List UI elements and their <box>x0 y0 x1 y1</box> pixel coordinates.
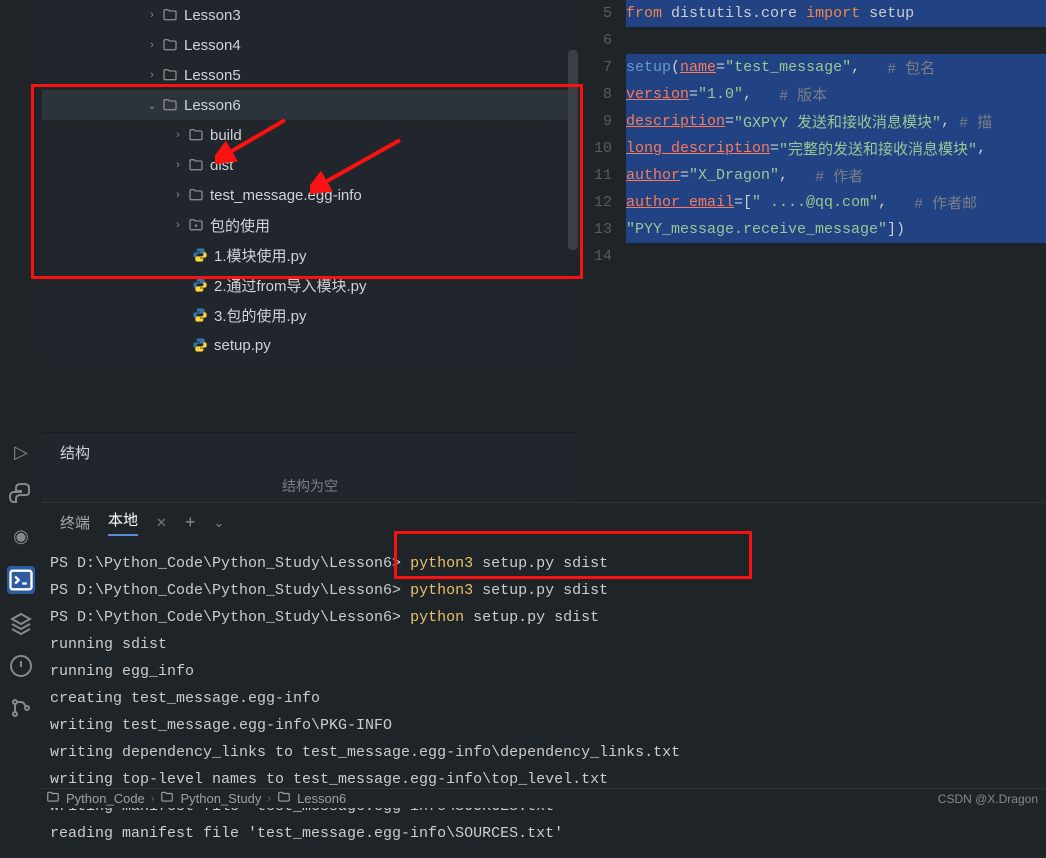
chevron-right-icon: › <box>170 129 186 141</box>
terminal-output[interactable]: PS D:\Python_Code\Python_Study\Lesson6> … <box>42 542 1046 858</box>
terminal-line: running egg_info <box>50 658 1038 685</box>
folder-icon <box>160 7 180 23</box>
tree-folder-egginfo[interactable]: › test_message.egg-info <box>42 180 578 210</box>
line-number: 6 <box>578 32 626 49</box>
line-number: 12 <box>578 194 626 211</box>
tree-folder-dist[interactable]: › dist <box>42 150 578 180</box>
tree-folder-lesson3[interactable]: › Lesson3 <box>42 0 578 30</box>
python-file-icon <box>190 277 210 293</box>
explorer-scrollbar[interactable] <box>568 0 578 290</box>
terminal-icon[interactable] <box>7 566 35 594</box>
folder-dot-icon <box>186 217 206 233</box>
folder-icon <box>160 790 174 807</box>
file-explorer: › Lesson3 › Lesson4 › Lesson5 ⌄ Lesson6 … <box>42 0 578 362</box>
activity-bar: ▷ ◉ <box>0 0 42 808</box>
structure-empty-text: 结构为空 <box>42 472 578 502</box>
line-number: 14 <box>578 248 626 265</box>
tree-label: test_message.egg-info <box>210 187 362 204</box>
folder-icon <box>277 790 291 807</box>
chevron-right-icon: › <box>144 39 160 51</box>
terminal-line: creating test_message.egg-info <box>50 685 1038 712</box>
folder-icon <box>160 37 180 53</box>
add-icon[interactable]: + <box>185 512 196 533</box>
tree-label: 2.通过from导入模块.py <box>214 275 367 296</box>
breadcrumb-item[interactable]: Python_Study <box>180 791 261 806</box>
git-icon[interactable] <box>9 696 33 720</box>
tree-label: 包的使用 <box>210 215 270 236</box>
structure-panel-header[interactable]: 结构 <box>42 432 578 472</box>
chevron-down-icon[interactable]: ⌄ <box>213 515 224 531</box>
terminal-cmd: python3 <box>410 555 473 572</box>
tree-label: Lesson6 <box>184 97 241 114</box>
folder-icon <box>160 67 180 83</box>
chevron-right-icon: › <box>144 9 160 21</box>
breadcrumb-item[interactable]: Python_Code <box>66 791 145 806</box>
tree-label: Lesson3 <box>184 7 241 24</box>
terminal-line: reading manifest file 'test_message.egg-… <box>50 820 1038 847</box>
tree-folder-lesson4[interactable]: › Lesson4 <box>42 30 578 60</box>
close-icon[interactable]: ✕ <box>156 515 167 531</box>
terminal-line: writing dependency_links to test_message… <box>50 739 1038 766</box>
terminal-cmd: python3 <box>410 582 473 599</box>
chevron-right-icon: › <box>170 219 186 231</box>
tree-file-setup[interactable]: setup.py <box>42 330 578 360</box>
tab-local[interactable]: 本地 <box>108 509 138 536</box>
tree-label: 1.模块使用.py <box>214 245 307 266</box>
tree-file-2[interactable]: 2.通过from导入模块.py <box>42 270 578 300</box>
tree-label: Lesson4 <box>184 37 241 54</box>
python-file-icon <box>190 307 210 323</box>
chevron-right-icon: › <box>170 189 186 201</box>
tree-file-3[interactable]: 3.包的使用.py <box>42 300 578 330</box>
tree-label: dist <box>210 157 233 174</box>
line-number: 5 <box>578 5 626 22</box>
line-number: 9 <box>578 113 626 130</box>
debug-run-icon[interactable]: ◉ <box>9 524 33 548</box>
folder-icon <box>186 127 206 143</box>
line-number: 13 <box>578 221 626 238</box>
folder-icon <box>46 790 60 807</box>
tab-terminal[interactable]: 终端 <box>60 512 90 533</box>
terminal-prompt: PS D:\Python_Code\Python_Study\Lesson6> <box>50 555 410 572</box>
line-number: 7 <box>578 59 626 76</box>
chevron-down-icon: ⌄ <box>144 99 160 112</box>
chevron-right-icon: › <box>267 793 271 805</box>
terminal-line: running sdist <box>50 631 1038 658</box>
tree-folder-pkguse[interactable]: › 包的使用 <box>42 210 578 240</box>
folder-icon <box>186 157 206 173</box>
run-icon[interactable]: ▷ <box>9 440 33 464</box>
chevron-right-icon: › <box>144 69 160 81</box>
python-file-icon <box>190 247 210 263</box>
layers-icon[interactable] <box>9 612 33 636</box>
tree-label: Lesson5 <box>184 67 241 84</box>
breadcrumb-item[interactable]: Lesson6 <box>297 791 346 806</box>
terminal-cmd: python <box>410 609 464 626</box>
tree-folder-lesson6[interactable]: ⌄ Lesson6 <box>42 90 578 120</box>
tree-folder-build[interactable]: › build <box>42 120 578 150</box>
line-number: 10 <box>578 140 626 157</box>
terminal-tabs: 终端 本地 ✕ + ⌄ <box>42 502 1046 542</box>
tree-file-1[interactable]: 1.模块使用.py <box>42 240 578 270</box>
terminal-line: writing test_message.egg-info\PKG-INFO <box>50 712 1038 739</box>
warning-icon[interactable] <box>9 654 33 678</box>
terminal-prompt: PS D:\Python_Code\Python_Study\Lesson6> <box>50 582 410 599</box>
line-number: 11 <box>578 167 626 184</box>
python-icon[interactable] <box>9 482 33 506</box>
chevron-right-icon: › <box>170 159 186 171</box>
watermark: CSDN @X.Dragon <box>938 792 1038 806</box>
folder-open-icon <box>160 97 180 113</box>
python-file-icon <box>190 337 210 353</box>
code-editor[interactable]: 5from distutils.core import setup 6 7set… <box>578 0 1046 432</box>
structure-title: 结构 <box>60 442 90 463</box>
tree-label: 3.包的使用.py <box>214 305 307 326</box>
line-number: 8 <box>578 86 626 103</box>
tree-label: setup.py <box>214 337 271 354</box>
tree-label: build <box>210 127 242 144</box>
folder-icon <box>186 187 206 203</box>
chevron-right-icon: › <box>151 793 155 805</box>
tree-folder-lesson5[interactable]: › Lesson5 <box>42 60 578 90</box>
breadcrumb: Python_Code › Python_Study › Lesson6 <box>42 788 1046 808</box>
terminal-prompt: PS D:\Python_Code\Python_Study\Lesson6> <box>50 609 410 626</box>
